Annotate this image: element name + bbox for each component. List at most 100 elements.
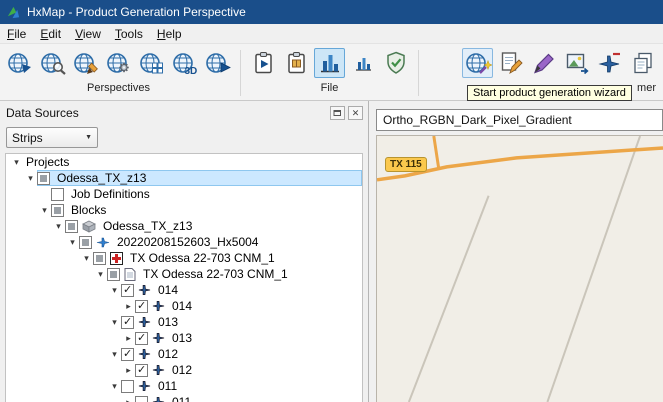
tree-row[interactable]: ▾013 xyxy=(6,314,362,330)
toolbar-button-globe-tiles[interactable] xyxy=(136,48,167,78)
tree-indent xyxy=(6,386,108,387)
expand-arrow[interactable]: ▾ xyxy=(108,378,121,394)
strip-icon xyxy=(138,284,151,296)
tree-item: 011 xyxy=(121,378,362,394)
checkbox-checked[interactable] xyxy=(135,332,148,345)
checkbox-partial[interactable] xyxy=(107,268,120,281)
checkbox-checked[interactable] xyxy=(121,316,134,329)
tree-row[interactable]: ▸014 xyxy=(6,298,362,314)
expand-arrow[interactable]: ▾ xyxy=(52,218,65,234)
filter-row: Strips ▼ xyxy=(0,123,368,153)
menu-file[interactable]: File xyxy=(0,25,33,43)
expand-arrow[interactable]: ▸ xyxy=(122,330,135,346)
tree-indent xyxy=(6,194,38,195)
expand-arrow[interactable]: ▾ xyxy=(108,282,121,298)
tree-row[interactable]: ▾TX Odessa 22-703 CNM_1 xyxy=(6,250,362,266)
menu-edit[interactable]: Edit xyxy=(33,25,68,43)
strip-icon xyxy=(138,348,151,360)
expand-arrow[interactable]: ▾ xyxy=(94,266,107,282)
tree-item-label: Odessa_TX_z13 xyxy=(54,171,149,185)
tree-row[interactable]: ▸013 xyxy=(6,330,362,346)
close-panel-button[interactable]: ✕ xyxy=(348,106,363,120)
toolbar-button-chart-small[interactable] xyxy=(347,48,378,78)
tree-row[interactable]: ▾011 xyxy=(6,378,362,394)
toolbar-button-plane-export[interactable] xyxy=(594,48,625,78)
expand-arrow[interactable]: ▾ xyxy=(38,202,51,218)
app-icon xyxy=(6,5,21,20)
tree-item: Projects xyxy=(23,154,362,170)
tree-row[interactable]: ▾Blocks xyxy=(6,202,362,218)
svg-text:3D: 3D xyxy=(184,66,197,76)
strip-icon xyxy=(138,380,151,392)
toolbar-button-chart-large[interactable] xyxy=(314,48,345,78)
map-view[interactable]: TX 115 xyxy=(376,135,663,402)
toolbar-button-image-export[interactable] xyxy=(561,48,592,78)
toolbar-button-doc-edit[interactable] xyxy=(495,48,526,78)
checkbox-partial[interactable] xyxy=(79,236,92,249)
menu-help[interactable]: Help xyxy=(150,25,189,43)
toolbar-button-globe-player[interactable] xyxy=(202,48,233,78)
toolbar-button-globe-data-import[interactable] xyxy=(4,48,35,78)
checkbox-partial[interactable] xyxy=(37,172,50,185)
toolbar-button-globe-3d[interactable]: 3D xyxy=(169,48,200,78)
checkbox-partial[interactable] xyxy=(93,252,106,265)
tree-row[interactable]: Job Definitions xyxy=(6,186,362,202)
expand-arrow[interactable]: ▾ xyxy=(24,170,37,186)
tree-row[interactable]: ▾ Odessa_TX_z13 xyxy=(6,170,362,186)
tree-indent xyxy=(6,354,108,355)
expand-arrow[interactable]: ▸ xyxy=(122,362,135,378)
tree-item: Blocks xyxy=(51,202,362,218)
checkbox-checked[interactable] xyxy=(121,284,134,297)
title-bar: HxMap - Product Generation Perspective xyxy=(0,0,663,24)
tree-row[interactable]: ▸011 xyxy=(6,394,362,402)
tree-row[interactable]: ▾Odessa_TX_z13 xyxy=(6,218,362,234)
strips-combo[interactable]: Strips ▼ xyxy=(6,127,98,148)
expand-arrow[interactable]: ▾ xyxy=(80,250,93,266)
tree-row[interactable]: ▾ 20220208152603_Hx5004 xyxy=(6,234,362,250)
expand-arrow[interactable]: ▸ xyxy=(122,394,135,402)
tree-item: Odessa_TX_z13 xyxy=(65,218,362,234)
toolbar-button-board-package[interactable] xyxy=(281,48,312,78)
block-icon xyxy=(82,220,96,233)
expand-arrow[interactable]: ▾ xyxy=(66,234,79,250)
toolbar-button-globe-annotate[interactable] xyxy=(70,48,101,78)
expand-arrow[interactable]: ▸ xyxy=(122,298,135,314)
toolbar-button-pen[interactable] xyxy=(528,48,559,78)
tree-indent xyxy=(6,370,122,371)
checkbox-partial[interactable] xyxy=(65,220,78,233)
checkbox-checked[interactable] xyxy=(135,364,148,377)
toolbar-button-globe-qc[interactable] xyxy=(37,48,68,78)
expand-arrow[interactable]: ▾ xyxy=(108,346,121,362)
tree-row[interactable]: ▸012 xyxy=(6,362,362,378)
toolbar-button-board-play[interactable] xyxy=(248,48,279,78)
tree-item: 011 xyxy=(135,394,362,402)
tree-row[interactable]: ▾012 xyxy=(6,346,362,362)
product-combo-value: Ortho_RGBN_Dark_Pixel_Gradient xyxy=(383,113,572,127)
toolbar-group: File xyxy=(248,46,411,100)
data-sources-panel: Data Sources ✕ Strips ▼ ▾Projects▾Odessa… xyxy=(0,101,369,402)
menu-tools[interactable]: Tools xyxy=(108,25,150,43)
toolbar-button-badge-check[interactable] xyxy=(380,48,411,78)
checkbox-partial[interactable] xyxy=(51,204,64,217)
tree-row[interactable]: ▾Projects xyxy=(6,154,362,170)
product-combo[interactable]: Ortho_RGBN_Dark_Pixel_Gradient xyxy=(376,109,663,131)
tree-item: 014 xyxy=(121,282,362,298)
toolbar-group: 3DPerspectives xyxy=(4,46,233,100)
tree-indent xyxy=(6,274,94,275)
tree-row[interactable]: ▾ TX Odessa 22-703 CNM_1 xyxy=(6,266,362,282)
expand-arrow[interactable]: ▾ xyxy=(10,154,23,170)
tree-item-label: TX Odessa 22-703 CNM_1 xyxy=(140,267,291,281)
expand-arrow[interactable]: ▾ xyxy=(108,314,121,330)
checkbox-empty[interactable] xyxy=(135,396,148,402)
float-panel-button[interactable] xyxy=(330,106,345,120)
checkbox-checked[interactable] xyxy=(135,300,148,313)
checkbox-empty[interactable] xyxy=(51,188,64,201)
checkbox-empty[interactable] xyxy=(121,380,134,393)
checkbox-checked[interactable] xyxy=(121,348,134,361)
toolbar-button-globe-wizard[interactable] xyxy=(462,48,493,78)
tree-row[interactable]: ▾014 xyxy=(6,282,362,298)
tree-item-label: 20220208152603_Hx5004 xyxy=(114,235,261,249)
menu-view[interactable]: View xyxy=(68,25,108,43)
toolbar-button-globe-processing[interactable] xyxy=(103,48,134,78)
toolbar-button-pages-copy[interactable] xyxy=(627,48,658,78)
